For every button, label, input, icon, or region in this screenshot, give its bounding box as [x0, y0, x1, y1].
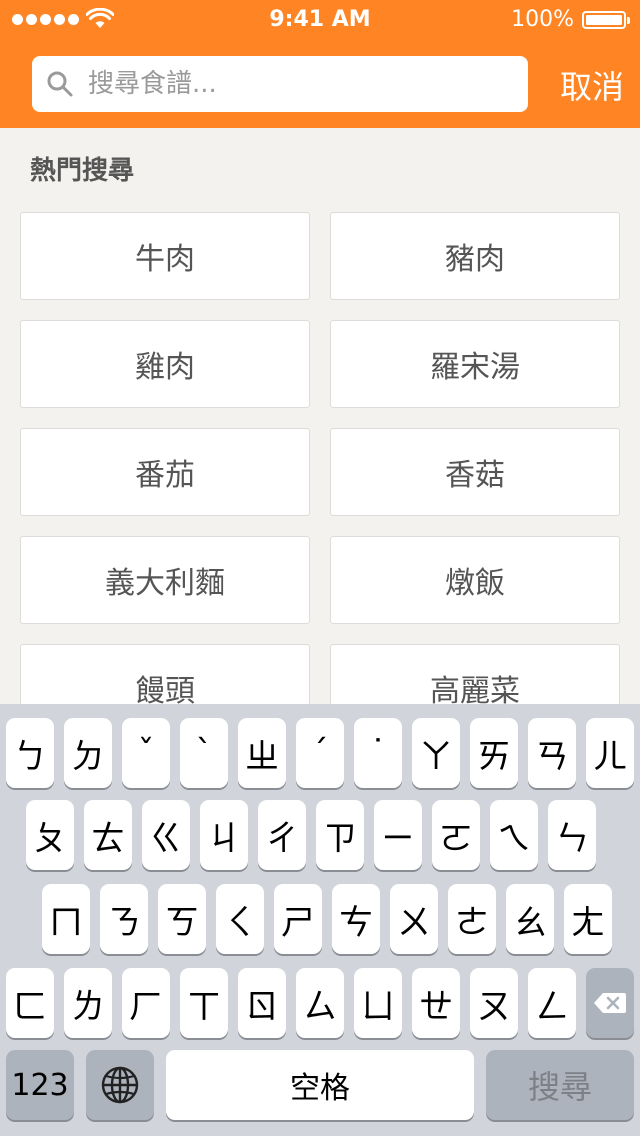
- battery-icon: [582, 11, 630, 29]
- keyboard-key[interactable]: ㄩ: [354, 968, 402, 1038]
- keyboard-key[interactable]: ㄌ: [64, 968, 112, 1038]
- keyboard-key[interactable]: ㄘ: [332, 884, 380, 954]
- keyboard-key[interactable]: ㄜ: [448, 884, 496, 954]
- delete-key[interactable]: [586, 968, 634, 1038]
- keyboard-key[interactable]: ㄙ: [296, 968, 344, 1038]
- search-box[interactable]: [32, 56, 528, 112]
- battery-percentage: 100%: [511, 7, 574, 32]
- space-key[interactable]: 空格: [166, 1050, 474, 1120]
- keyboard-key[interactable]: ㄎ: [158, 884, 206, 954]
- keyboard-key[interactable]: ㄢ: [528, 718, 576, 788]
- keyboard: 123 空格 搜尋 ㄅㄉ ˇ ˋ ㄓ ˊ ˙ ㄚㄞㄢㄦㄆㄊㄍㄐㄔㄗㄧㄛㄟㄣㄇㄋㄎㄑㄕㄘㄨㄜㄠ…: [0, 704, 640, 1136]
- popular-search-tag[interactable]: 義大利麵: [20, 536, 310, 624]
- keyboard-key[interactable]: ㄥ: [528, 968, 576, 1038]
- keyboard-key[interactable]: ㄞ: [470, 718, 518, 788]
- keyboard-key[interactable]: ㄐ: [200, 800, 248, 870]
- globe-key[interactable]: [86, 1050, 154, 1120]
- keyboard-key[interactable]: ㄤ: [564, 884, 612, 954]
- keyboard-key[interactable]: ㄋ: [100, 884, 148, 954]
- popular-search-tag[interactable]: 雞肉: [20, 320, 310, 408]
- status-bar: 9:41 AM 100%: [0, 0, 640, 40]
- keyboard-key[interactable]: ㄣ: [548, 800, 596, 870]
- globe-icon: [101, 1066, 139, 1104]
- popular-search-tag[interactable]: 牛肉: [20, 212, 310, 300]
- popular-search-tag[interactable]: 羅宋湯: [330, 320, 620, 408]
- keyboard-key[interactable]: ㄗ: [316, 800, 364, 870]
- keyboard-key[interactable]: ㄅ: [6, 718, 54, 788]
- keyboard-key[interactable]: ˋ: [180, 718, 228, 788]
- keyboard-key[interactable]: ㄛ: [432, 800, 480, 870]
- keyboard-key[interactable]: ㄚ: [412, 718, 460, 788]
- keyboard-key[interactable]: ㄨ: [390, 884, 438, 954]
- keyboard-key[interactable]: ㄦ: [586, 718, 634, 788]
- keyboard-key[interactable]: ㄠ: [506, 884, 554, 954]
- search-input[interactable]: [88, 56, 518, 112]
- search-key[interactable]: 搜尋: [486, 1050, 634, 1120]
- recipe-search-screen: 9:41 AM 100% 取消 熱門搜尋 牛肉豬肉雞肉羅宋湯番茄香菇義大利麵燉飯…: [0, 0, 640, 1136]
- popular-search-tag[interactable]: 燉飯: [330, 536, 620, 624]
- keyboard-key[interactable]: ˊ: [296, 718, 344, 788]
- keyboard-key[interactable]: ㄏ: [122, 968, 170, 1038]
- search-icon: [47, 71, 73, 97]
- keyboard-key[interactable]: ㄖ: [238, 968, 286, 1038]
- keyboard-key[interactable]: ㄝ: [412, 968, 460, 1038]
- keyboard-key[interactable]: ㄡ: [470, 968, 518, 1038]
- cancel-button[interactable]: 取消: [560, 62, 624, 108]
- keyboard-key[interactable]: ㄉ: [64, 718, 112, 788]
- keyboard-key[interactable]: ㄕ: [274, 884, 322, 954]
- popular-search-tag[interactable]: 番茄: [20, 428, 310, 516]
- keyboard-key[interactable]: ㄆ: [26, 800, 74, 870]
- popular-search-tag[interactable]: 豬肉: [330, 212, 620, 300]
- keyboard-key[interactable]: ˙: [354, 718, 402, 788]
- keyboard-key[interactable]: ㄇ: [42, 884, 90, 954]
- keyboard-key[interactable]: ㄊ: [84, 800, 132, 870]
- keyboard-key[interactable]: ㄧ: [374, 800, 422, 870]
- popular-searches-title: 熱門搜尋: [30, 156, 135, 186]
- header-bar: 9:41 AM 100% 取消: [0, 0, 640, 128]
- keyboard-key[interactable]: ㄈ: [6, 968, 54, 1038]
- keyboard-key[interactable]: ㄓ: [238, 718, 286, 788]
- keyboard-key[interactable]: ㄒ: [180, 968, 228, 1038]
- keyboard-key[interactable]: ˇ: [122, 718, 170, 788]
- keyboard-key[interactable]: ㄔ: [258, 800, 306, 870]
- numbers-key[interactable]: 123: [6, 1050, 74, 1120]
- keyboard-key[interactable]: ㄟ: [490, 800, 538, 870]
- keyboard-key[interactable]: ㄍ: [142, 800, 190, 870]
- keyboard-key[interactable]: ㄑ: [216, 884, 264, 954]
- delete-icon: [594, 993, 626, 1013]
- popular-search-tag[interactable]: 香菇: [330, 428, 620, 516]
